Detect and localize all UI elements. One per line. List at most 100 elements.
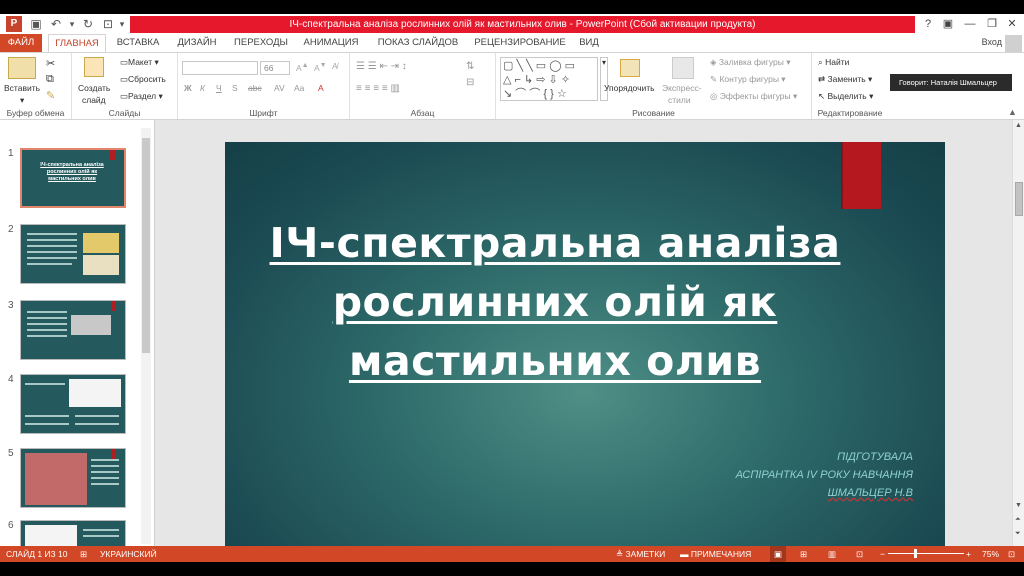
reading-view-icon[interactable]: ▥ bbox=[828, 546, 836, 562]
paste-icon[interactable] bbox=[8, 57, 36, 79]
thumbnail-scrollbar[interactable] bbox=[141, 128, 151, 544]
redo-icon[interactable]: ↻ bbox=[80, 16, 96, 32]
slide-title[interactable]: ІЧ-спектральна аналіза рослинних олій як… bbox=[265, 214, 845, 391]
shape-fill-button[interactable]: ◈ Заливка фигуры ▾ bbox=[710, 57, 790, 68]
close-icon[interactable]: ✕ bbox=[1004, 16, 1020, 32]
char-spacing-icon[interactable]: AV bbox=[274, 83, 285, 93]
fit-slide-icon[interactable]: ⊡ bbox=[1008, 546, 1015, 562]
reset-button[interactable]: ▭ Сбросить bbox=[120, 74, 166, 85]
bold-button[interactable]: Ж bbox=[184, 83, 192, 93]
paste-button[interactable]: Вставить bbox=[4, 83, 40, 93]
scroll-up-icon[interactable]: ▲ bbox=[1015, 122, 1022, 129]
avatar[interactable] bbox=[1005, 35, 1022, 52]
slide-thumbnail-5[interactable] bbox=[20, 448, 126, 508]
layout-button[interactable]: ▭ Макет ▾ bbox=[120, 57, 159, 68]
slide-thumbnail-2[interactable] bbox=[20, 224, 126, 284]
zoom-slider-thumb[interactable] bbox=[914, 549, 917, 558]
font-size-input[interactable]: 66 bbox=[260, 61, 290, 75]
italic-button[interactable]: К bbox=[200, 83, 205, 93]
reset-icon: ▭ bbox=[120, 74, 129, 85]
save-icon[interactable]: ▣ bbox=[28, 16, 44, 32]
paste-dropdown-icon[interactable]: ▾ bbox=[20, 95, 24, 106]
text-direction-icon[interactable]: ⇅ bbox=[466, 61, 474, 72]
tab-transitions[interactable]: ПЕРЕХОДЫ bbox=[230, 34, 292, 52]
shape-outline-button[interactable]: ✎ Контур фигуры ▾ bbox=[710, 74, 786, 85]
replace-button[interactable]: ⇄ Заменить ▾ bbox=[818, 74, 872, 85]
section-button[interactable]: ▭ Раздел ▾ bbox=[120, 91, 163, 102]
select-button[interactable]: ↖ Выделить ▾ bbox=[818, 91, 873, 102]
arrange-button[interactable]: Упорядочить bbox=[604, 83, 655, 93]
cut-icon[interactable]: ✂ bbox=[46, 57, 55, 70]
font-color-icon[interactable]: A bbox=[318, 83, 324, 93]
zoom-level[interactable]: 75% bbox=[982, 546, 999, 562]
bullets-icon[interactable]: ☰ ☰ ⇤ ⇥ ↕ bbox=[356, 61, 407, 72]
comments-button[interactable]: ▬ ПРИМЕЧАНИЯ bbox=[680, 546, 751, 562]
reset-label: Сбросить bbox=[128, 74, 166, 84]
shape-outline-label: Контур фигуры bbox=[719, 74, 779, 84]
tab-home[interactable]: ГЛАВНАЯ bbox=[48, 34, 106, 52]
shape-effects-button[interactable]: ◎ Эффекты фигуры ▾ bbox=[710, 91, 797, 102]
normal-view-icon[interactable]: ▣ bbox=[770, 546, 787, 562]
notes-button[interactable]: ≜ ЗАМЕТКИ bbox=[616, 546, 665, 562]
thumbnail-scrollbar-thumb[interactable] bbox=[142, 138, 150, 353]
new-slide-button-line2[interactable]: слайд bbox=[82, 95, 106, 105]
tab-animation[interactable]: АНИМАЦИЯ bbox=[298, 34, 364, 52]
new-slide-button[interactable]: Создать bbox=[78, 83, 110, 93]
scroll-down-icon[interactable]: ▼ bbox=[1015, 502, 1022, 509]
shrink-font-icon[interactable]: A▼ bbox=[314, 61, 327, 73]
spellcheck-icon[interactable]: ⊞ bbox=[80, 546, 87, 562]
thumb-text-line bbox=[27, 239, 77, 241]
next-slide-icon[interactable]: ⏷ bbox=[1015, 530, 1021, 538]
current-slide[interactable]: ІЧ-спектральна аналіза рослинних олій як… bbox=[225, 142, 945, 546]
strikethrough-button[interactable]: abc bbox=[248, 83, 262, 93]
shapes-more-icon[interactable]: ▾ bbox=[600, 57, 608, 101]
collapse-ribbon-icon[interactable]: ▲ bbox=[1008, 107, 1017, 117]
main-scrollbar-thumb[interactable] bbox=[1015, 182, 1023, 216]
quick-styles-button-line2[interactable]: стили bbox=[668, 95, 691, 105]
copy-icon[interactable]: ⧉ bbox=[46, 73, 54, 86]
tab-design[interactable]: ДИЗАЙН bbox=[172, 34, 222, 52]
find-button[interactable]: ⌕ Найти bbox=[818, 57, 849, 68]
slide-subtitle[interactable]: ПІДГОТУВАЛА АСПІРАНТКА IV РОКУ НАВЧАННЯ … bbox=[736, 448, 913, 502]
thumb-text-line bbox=[27, 257, 77, 259]
undo-dropdown-icon[interactable]: ▾ bbox=[64, 16, 80, 32]
undo-icon[interactable]: ↶ bbox=[48, 16, 64, 32]
signin-link[interactable]: Вход bbox=[982, 37, 1002, 47]
align-icon[interactable]: ≡ ≡ ≡ ≡ ▥ bbox=[356, 83, 400, 94]
slide-thumbnail-4[interactable] bbox=[20, 374, 126, 434]
format-painter-icon[interactable]: ✎ bbox=[46, 89, 55, 102]
slideshow-view-icon[interactable]: ⊡ bbox=[856, 546, 863, 562]
slide-thumbnail-1[interactable]: ІЧ-спектральна аналіза рослинних олій як… bbox=[20, 148, 126, 208]
quick-styles-button[interactable]: Экспресс- bbox=[662, 83, 702, 93]
slide-red-flag bbox=[841, 142, 881, 209]
slide-thumbnail-3[interactable] bbox=[20, 300, 126, 360]
zoom-in-button[interactable]: + bbox=[966, 546, 971, 562]
underline-button[interactable]: Ч bbox=[216, 83, 222, 93]
tab-slideshow[interactable]: ПОКАЗ СЛАЙДОВ bbox=[372, 34, 464, 52]
clear-format-icon[interactable]: A̸ bbox=[332, 61, 338, 71]
prev-slide-icon[interactable]: ⏶ bbox=[1015, 516, 1021, 524]
tab-review[interactable]: РЕЦЕНЗИРОВАНИЕ bbox=[470, 34, 570, 52]
tab-file[interactable]: ФАЙЛ bbox=[0, 34, 42, 52]
main-scrollbar[interactable]: ▲ ▼ ⏶ ⏷ bbox=[1012, 120, 1024, 550]
restore-icon[interactable]: ❐ bbox=[984, 16, 1000, 32]
new-slide-icon[interactable] bbox=[84, 57, 104, 77]
find-label: Найти bbox=[825, 57, 850, 67]
font-name-input[interactable] bbox=[182, 61, 258, 75]
zoom-slider[interactable] bbox=[888, 553, 964, 554]
help-icon[interactable]: ? bbox=[920, 16, 936, 32]
shapes-gallery[interactable]: ▢ ╲ ╲ ▭ ◯ ▭ △ ⌐ ↳ ⇨ ⇩ ✧ ↘ ⌒ ⌒ { } ☆ bbox=[500, 57, 598, 101]
align-text-icon[interactable]: ⊟ bbox=[466, 77, 474, 88]
thumb-number: 6 bbox=[8, 520, 14, 531]
minimize-icon[interactable]: — bbox=[962, 16, 978, 32]
tab-insert[interactable]: ВСТАВКА bbox=[112, 34, 164, 52]
ribbon-display-icon[interactable]: ▣ bbox=[940, 16, 956, 32]
shadow-button[interactable]: S bbox=[232, 83, 238, 93]
change-case-icon[interactable]: Aa bbox=[294, 83, 304, 93]
customize-toolbar-icon[interactable]: ▾ bbox=[114, 16, 130, 32]
zoom-out-button[interactable]: − bbox=[880, 546, 885, 562]
language-indicator[interactable]: УКРАИНСКИЙ bbox=[100, 546, 157, 562]
grow-font-icon[interactable]: A▲ bbox=[296, 61, 309, 73]
tab-view[interactable]: ВИД bbox=[574, 34, 604, 52]
slide-sorter-icon[interactable]: ⊞ bbox=[800, 546, 807, 562]
